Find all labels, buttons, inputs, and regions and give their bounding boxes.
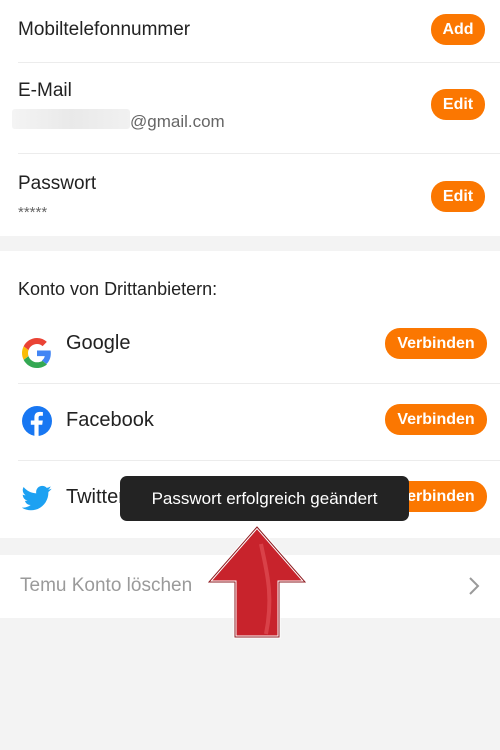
- arrow-up-icon: [206, 524, 308, 639]
- password-value: *****: [18, 204, 48, 221]
- chevron-right-icon: [468, 576, 480, 602]
- twitter-icon: [21, 483, 52, 513]
- account-card: Mobiltelefonnummer Add E-Mail @gmail.com…: [0, 0, 500, 236]
- connect-facebook-button[interactable]: Verbinden: [385, 404, 487, 435]
- provider-name: Facebook: [66, 409, 154, 431]
- edit-email-button[interactable]: Edit: [431, 89, 485, 120]
- delete-account-label: Temu Konto löschen: [20, 575, 193, 596]
- facebook-icon: [22, 406, 52, 436]
- phone-row[interactable]: Mobiltelefonnummer Add: [0, 0, 500, 62]
- provider-name: Google: [66, 332, 131, 354]
- email-value: @gmail.com: [130, 112, 225, 131]
- email-blurred-username: [12, 109, 130, 129]
- connect-google-button[interactable]: Verbinden: [385, 328, 487, 359]
- toast-message: Passwort erfolgreich geändert: [120, 476, 409, 521]
- provider-name: Twitter: [66, 486, 125, 508]
- email-label: E-Mail: [18, 80, 72, 101]
- password-label: Passwort: [18, 173, 97, 194]
- add-phone-button[interactable]: Add: [431, 14, 485, 45]
- password-row[interactable]: Passwort ***** Edit: [0, 154, 500, 236]
- provider-row-google: Google Verbinden: [0, 321, 500, 383]
- edit-password-button[interactable]: Edit: [431, 181, 485, 212]
- email-row[interactable]: E-Mail @gmail.com Edit: [0, 63, 500, 153]
- phone-label: Mobiltelefonnummer: [18, 19, 191, 40]
- google-icon: [22, 338, 52, 368]
- third-party-title: Konto von Drittanbietern:: [18, 279, 218, 299]
- provider-row-facebook: Facebook Verbinden: [0, 384, 500, 460]
